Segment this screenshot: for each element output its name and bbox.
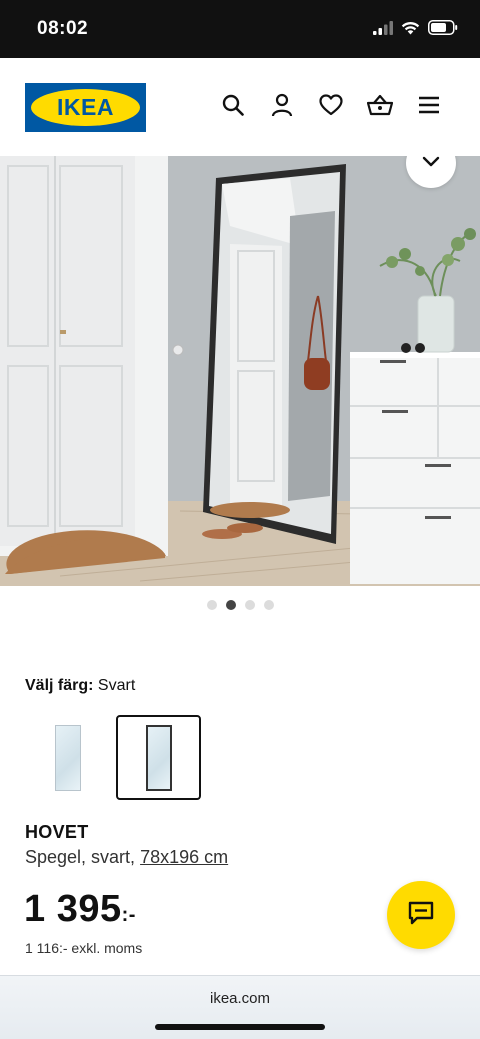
price-excl-vat: 1 116:- exkl. moms (25, 940, 143, 956)
chat-icon (408, 901, 434, 930)
color-selected-value: Svart (97, 677, 136, 694)
status-bar: 08:02 (0, 0, 480, 58)
header-icons (220, 92, 442, 118)
logo-text: IKEA (57, 94, 114, 120)
product-description: Spegel, svart, 78x196 cm (25, 847, 228, 868)
chevron-down-icon (422, 156, 440, 172)
product-price: 1 395:- (24, 888, 136, 931)
logo-oval: IKEA (31, 89, 140, 126)
hallway-mirror-photo (0, 156, 480, 586)
url-field[interactable]: ikea.com (0, 990, 480, 1007)
search-icon[interactable] (220, 92, 246, 118)
site-header: IKEA (0, 58, 480, 156)
white-mirror-swatch[interactable] (25, 715, 110, 800)
color-label: Välj färg: Svart (25, 677, 135, 695)
carousel-dot[interactable] (206, 600, 217, 610)
price-suffix: :- (121, 904, 136, 926)
carousel-dot[interactable] (244, 600, 255, 610)
color-label-title: Välj färg: (25, 677, 94, 694)
carousel-dot-active[interactable] (225, 600, 236, 610)
browser-bar: ikea.com (0, 975, 480, 1039)
status-icons (373, 20, 458, 40)
basket-icon[interactable] (367, 92, 393, 118)
product-size-link[interactable]: 78x196 cm (140, 847, 228, 867)
carousel-dots (0, 600, 480, 610)
black-mirror-swatch[interactable] (116, 715, 201, 800)
wifi-icon (401, 21, 420, 40)
chat-button[interactable] (387, 881, 455, 949)
carousel-dot[interactable] (263, 600, 274, 610)
product-description-text: Spegel, svart, (25, 847, 136, 867)
white-mirror-thumbnail (54, 724, 81, 791)
product-name: HOVET (25, 822, 89, 842)
user-icon[interactable] (269, 92, 295, 118)
status-time: 08:02 (37, 18, 89, 39)
heart-icon[interactable] (318, 92, 344, 118)
cellular-signal-icon (373, 20, 393, 40)
menu-icon[interactable] (416, 92, 442, 118)
price-value: 1 395 (24, 888, 122, 930)
product-image[interactable] (0, 156, 480, 586)
home-indicator (155, 1024, 325, 1030)
ikea-logo[interactable]: IKEA (25, 83, 146, 132)
black-mirror-thumbnail (145, 724, 172, 791)
battery-icon (428, 20, 458, 40)
